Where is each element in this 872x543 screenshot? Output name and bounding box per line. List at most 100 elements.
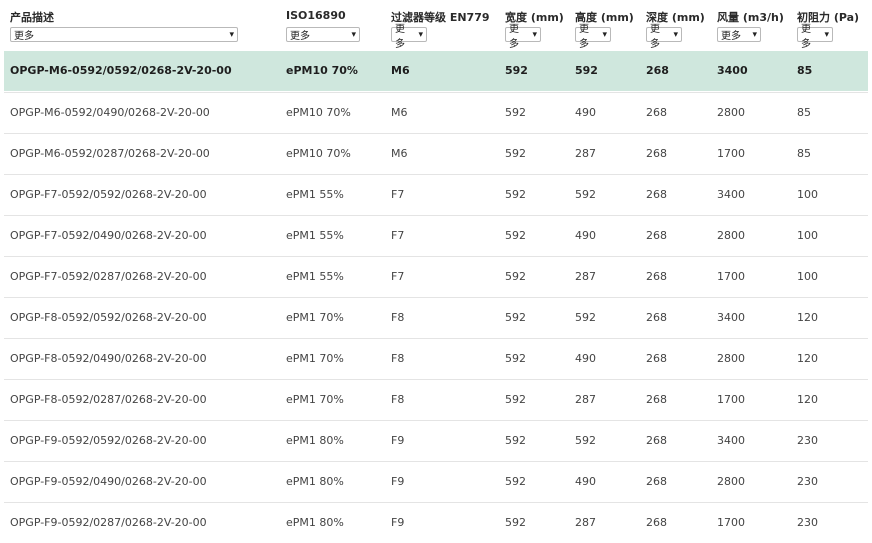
chevron-down-icon: ▾ xyxy=(752,29,757,40)
cell-desc[interactable]: OPGP-M6-0592/0287/0268-2V-20-00 xyxy=(10,134,210,174)
cell-desc[interactable]: OPGP-F8-0592/0287/0268-2V-20-00 xyxy=(10,380,207,420)
cell-w: 592 xyxy=(505,147,526,160)
filter-select-value: 更多 xyxy=(650,23,660,50)
cell-flow: 1700 xyxy=(717,516,745,529)
cell-d: 268 xyxy=(646,147,667,160)
chevron-down-icon: ▾ xyxy=(602,29,607,40)
cell-desc[interactable]: OPGP-F8-0592/0592/0268-2V-20-00 xyxy=(10,298,207,338)
table-row[interactable]: OPGP-F8-0592/0592/0268-2V-20-00 ePM1 70% F… xyxy=(4,297,868,337)
cell-w: 592 xyxy=(505,188,526,201)
cell-pa: 120 xyxy=(797,393,818,406)
table-row[interactable]: OPGP-M6-0592/0490/0268-2V-20-00 ePM10 70%… xyxy=(4,92,868,132)
cell-desc[interactable]: OPGP-F7-0592/0592/0268-2V-20-00 xyxy=(10,175,207,215)
filter-select-value: 更多 xyxy=(395,23,405,50)
filter-product-table: 产品描述 更多 ▾ ISO16890 更多 ▾ 过滤器等级 EN779 更多 ▾ 宽度 (mm) 更… xyxy=(0,0,872,540)
cell-pa: 85 xyxy=(797,64,813,77)
cell-pa: 100 xyxy=(797,270,818,283)
cell-flow: 1700 xyxy=(717,393,745,406)
filter-select-value: 更多 xyxy=(721,31,741,42)
cell-flow: 2800 xyxy=(717,352,745,365)
table-row[interactable]: OPGP-F7-0592/0592/0268-2V-20-00 ePM1 55% F… xyxy=(4,174,868,214)
cell-en: F8 xyxy=(391,311,405,324)
filter-select-value: 更多 xyxy=(14,31,34,42)
cell-pa: 230 xyxy=(797,434,818,447)
filter-select-value: 更多 xyxy=(579,23,589,50)
column-title: ISO16890 xyxy=(286,9,346,22)
cell-iso: ePM1 55% xyxy=(286,270,344,283)
cell-en: F8 xyxy=(391,393,405,406)
table-row[interactable]: OPGP-F8-0592/0490/0268-2V-20-00 ePM1 70% F… xyxy=(4,338,868,378)
cell-iso: ePM1 55% xyxy=(286,188,344,201)
filter-select-w[interactable]: 更多 ▾ xyxy=(505,24,541,50)
cell-w: 592 xyxy=(505,311,526,324)
cell-iso: ePM10 70% xyxy=(286,147,351,160)
cell-w: 592 xyxy=(505,229,526,242)
table-header: 产品描述 更多 ▾ ISO16890 更多 ▾ 过滤器等级 EN779 更多 ▾ 宽度 (mm) 更… xyxy=(0,0,872,50)
table-row[interactable]: OPGP-F9-0592/0490/0268-2V-20-00 ePM1 80% F… xyxy=(4,461,868,501)
filter-select-d[interactable]: 更多 ▾ xyxy=(646,24,682,50)
cell-pa: 120 xyxy=(797,352,818,365)
cell-d: 268 xyxy=(646,393,667,406)
cell-w: 592 xyxy=(505,434,526,447)
cell-flow: 2800 xyxy=(717,229,745,242)
cell-d: 268 xyxy=(646,106,667,119)
cell-desc[interactable]: OPGP-F9-0592/0287/0268-2V-20-00 xyxy=(10,503,207,543)
cell-en: F9 xyxy=(391,434,405,447)
cell-desc[interactable]: OPGP-F7-0592/0490/0268-2V-20-00 xyxy=(10,216,207,256)
cell-en: F7 xyxy=(391,270,405,283)
filter-select-flow[interactable]: 更多 ▾ xyxy=(717,27,761,42)
cell-w: 592 xyxy=(505,475,526,488)
filter-select-h[interactable]: 更多 ▾ xyxy=(575,24,611,50)
cell-iso: ePM1 80% xyxy=(286,475,344,488)
filter-select-pa[interactable]: 更多 ▾ xyxy=(797,24,833,50)
cell-pa: 230 xyxy=(797,516,818,529)
cell-h: 287 xyxy=(575,516,596,529)
table-row[interactable]: OPGP-F8-0592/0287/0268-2V-20-00 ePM1 70% F… xyxy=(4,379,868,419)
cell-pa: 120 xyxy=(797,311,818,324)
chevron-down-icon: ▾ xyxy=(673,29,678,40)
cell-en: F9 xyxy=(391,475,405,488)
column-title: 风量 (m3/h) xyxy=(717,11,784,24)
cell-desc[interactable]: OPGP-F9-0592/0592/0268-2V-20-00 xyxy=(10,421,207,461)
cell-d: 268 xyxy=(646,434,667,447)
cell-d: 268 xyxy=(646,64,669,77)
table-row[interactable]: OPGP-F9-0592/0287/0268-2V-20-00 ePM1 80% F… xyxy=(4,502,868,542)
filter-select-iso[interactable]: 更多 ▾ xyxy=(286,27,360,42)
cell-desc[interactable]: OPGP-M6-0592/0592/0268-2V-20-00 xyxy=(10,51,232,91)
cell-iso: ePM1 70% xyxy=(286,393,344,406)
cell-desc[interactable]: OPGP-F8-0592/0490/0268-2V-20-00 xyxy=(10,339,207,379)
table-row[interactable]: OPGP-M6-0592/0287/0268-2V-20-00 ePM10 70%… xyxy=(4,133,868,173)
filter-select-desc[interactable]: 更多 ▾ xyxy=(10,27,238,42)
cell-d: 268 xyxy=(646,475,667,488)
column-title: 产品描述 xyxy=(10,11,54,24)
cell-h: 287 xyxy=(575,393,596,406)
table-row[interactable]: OPGP-M6-0592/0592/0268-2V-20-00 ePM10 70%… xyxy=(4,51,868,91)
cell-d: 268 xyxy=(646,270,667,283)
cell-desc[interactable]: OPGP-M6-0592/0490/0268-2V-20-00 xyxy=(10,93,210,133)
cell-d: 268 xyxy=(646,311,667,324)
cell-pa: 85 xyxy=(797,147,811,160)
cell-h: 592 xyxy=(575,434,596,447)
cell-h: 592 xyxy=(575,64,598,77)
cell-iso: ePM1 70% xyxy=(286,311,344,324)
chevron-down-icon: ▾ xyxy=(532,29,537,40)
cell-d: 268 xyxy=(646,516,667,529)
table-row[interactable]: OPGP-F7-0592/0490/0268-2V-20-00 ePM1 55% F… xyxy=(4,215,868,255)
table-row[interactable]: OPGP-F9-0592/0592/0268-2V-20-00 ePM1 80% F… xyxy=(4,420,868,460)
cell-iso: ePM10 70% xyxy=(286,64,358,77)
cell-en: F9 xyxy=(391,516,405,529)
cell-flow: 1700 xyxy=(717,147,745,160)
table-row[interactable]: OPGP-F7-0592/0287/0268-2V-20-00 ePM1 55% F… xyxy=(4,256,868,296)
cell-h: 592 xyxy=(575,311,596,324)
cell-en: F8 xyxy=(391,352,405,365)
filter-select-en[interactable]: 更多 ▾ xyxy=(391,24,427,50)
cell-flow: 3400 xyxy=(717,188,745,201)
cell-h: 490 xyxy=(575,475,596,488)
cell-en: M6 xyxy=(391,64,410,77)
cell-h: 490 xyxy=(575,352,596,365)
cell-d: 268 xyxy=(646,188,667,201)
cell-desc[interactable]: OPGP-F9-0592/0490/0268-2V-20-00 xyxy=(10,462,207,502)
cell-desc[interactable]: OPGP-F7-0592/0287/0268-2V-20-00 xyxy=(10,257,207,297)
cell-pa: 230 xyxy=(797,475,818,488)
cell-iso: ePM10 70% xyxy=(286,106,351,119)
